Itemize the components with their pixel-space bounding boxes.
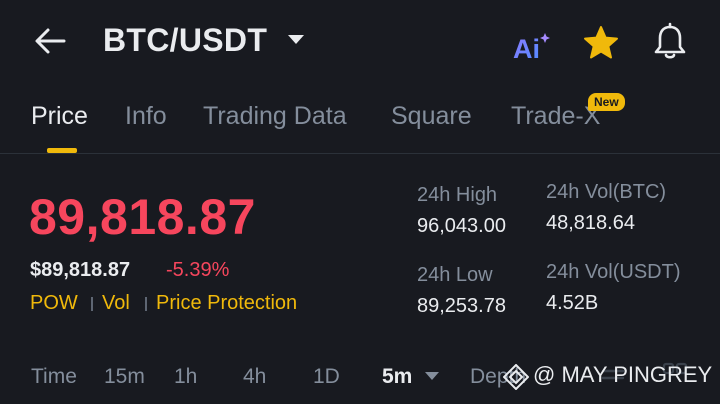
notifications-button[interactable] [651, 22, 689, 62]
interval-time[interactable]: Time [31, 365, 77, 389]
last-price: 89,818.87 [29, 189, 256, 245]
new-badge: New [588, 93, 625, 111]
tag-separator [91, 297, 93, 311]
watermark-logo-icon [502, 363, 530, 391]
interval-5m[interactable]: 5m [382, 365, 412, 389]
price-change-percent: -5.39% [166, 259, 230, 281]
tag-price-protection[interactable]: Price Protection [156, 292, 297, 315]
header-divider [0, 153, 720, 154]
interval-4h[interactable]: 4h [243, 365, 266, 389]
ai-assistant-button[interactable]: Ai [512, 31, 552, 64]
back-button[interactable] [30, 24, 70, 58]
tab-square[interactable]: Square [391, 102, 472, 131]
interval-1h[interactable]: 1h [174, 365, 197, 389]
bell-icon [654, 22, 686, 59]
watermark-text: @ MAY PINGREY [533, 362, 713, 387]
interval-15m[interactable]: 15m [104, 365, 145, 389]
stat-24h-high-value: 96,043.00 [417, 215, 506, 237]
tag-pow[interactable]: POW [30, 292, 78, 315]
tag-separator [145, 297, 147, 311]
stat-24h-vol-usdt-label: 24h Vol(USDT) [546, 261, 681, 283]
pair-dropdown-caret-icon[interactable] [288, 35, 304, 44]
tab-trading-data[interactable]: Trading Data [203, 102, 347, 131]
stat-24h-low-value: 89,253.78 [417, 295, 506, 317]
tab-info[interactable]: Info [125, 102, 167, 131]
interval-more-caret-icon[interactable] [425, 372, 439, 380]
svg-text:Ai: Ai [513, 34, 540, 61]
tab-price[interactable]: Price [31, 102, 88, 131]
stat-24h-vol-btc-value: 48,818.64 [546, 212, 635, 234]
stat-24h-vol-usdt-value: 4.52B [546, 292, 599, 314]
pair-title[interactable]: BTC/USDT [103, 22, 267, 59]
tab-trade-x[interactable]: Trade-X [511, 102, 600, 131]
stat-24h-high-label: 24h High [417, 184, 498, 206]
arrow-left-icon [35, 28, 66, 54]
usd-price: $89,818.87 [30, 259, 131, 281]
star-icon [584, 26, 618, 59]
favorite-button[interactable] [582, 24, 620, 62]
stat-24h-vol-btc-label: 24h Vol(BTC) [546, 181, 667, 203]
interval-1d[interactable]: 1D [313, 365, 340, 389]
ai-icon: Ai [513, 33, 550, 64]
tag-vol[interactable]: Vol [102, 292, 130, 315]
stat-24h-low-label: 24h Low [417, 264, 493, 286]
